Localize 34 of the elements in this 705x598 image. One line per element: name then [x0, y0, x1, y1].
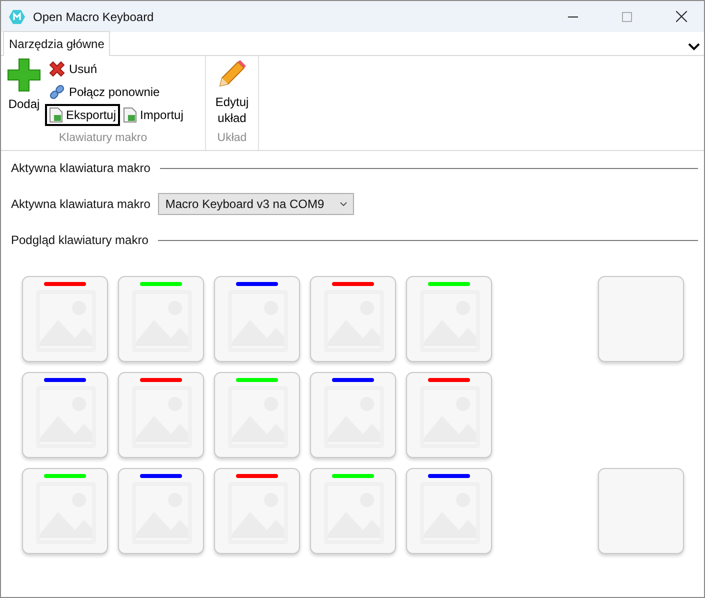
ribbon-button[interactable]: Edytuj układ [210, 58, 254, 130]
ribbon-button[interactable]: Usuń [45, 58, 201, 80]
document-icon [49, 107, 63, 123]
group-label: Układ [216, 130, 248, 146]
close-icon [676, 11, 686, 22]
app-logo-icon [9, 8, 25, 24]
macro-key[interactable] [118, 468, 204, 554]
ribbon-button[interactable]: Importuj [120, 104, 186, 126]
window-title: Open Macro Keyboard [33, 8, 155, 26]
plus-icon [7, 58, 41, 92]
ribbon-button[interactable]: Połącz ponownie [45, 81, 201, 103]
section-heading: Aktywna klawiatura makro [11, 160, 150, 177]
macro-key[interactable] [406, 372, 492, 458]
ribbon-tab[interactable]: Narzędzia główne [3, 31, 110, 56]
macro-key[interactable] [310, 276, 396, 362]
macro-key[interactable] [118, 372, 204, 458]
chain-link-icon [48, 83, 66, 101]
cross-icon [48, 60, 66, 78]
chevron-icon [340, 202, 348, 206]
macro-key[interactable] [310, 372, 396, 458]
document-icon [123, 107, 138, 123]
field-label: Aktywna klawiatura makro [11, 196, 150, 213]
macro-key[interactable] [22, 372, 108, 458]
macro-key[interactable] [214, 276, 300, 362]
section-heading: Podgląd klawiatury makro [11, 232, 148, 249]
macro-key[interactable] [214, 468, 300, 554]
keyboard-dropdown[interactable]: Macro Keyboard v3 na COM9 [158, 193, 354, 215]
macro-key[interactable] [22, 276, 108, 362]
collapse-chevron-icon[interactable] [688, 43, 700, 51]
ribbon-button[interactable]: Eksportuj [45, 104, 120, 126]
group-label: Klawiatury makro [58, 130, 148, 146]
maximize-icon [622, 12, 632, 22]
ribbon-button[interactable]: Dodaj [5, 58, 43, 130]
macro-key[interactable] [406, 468, 492, 554]
